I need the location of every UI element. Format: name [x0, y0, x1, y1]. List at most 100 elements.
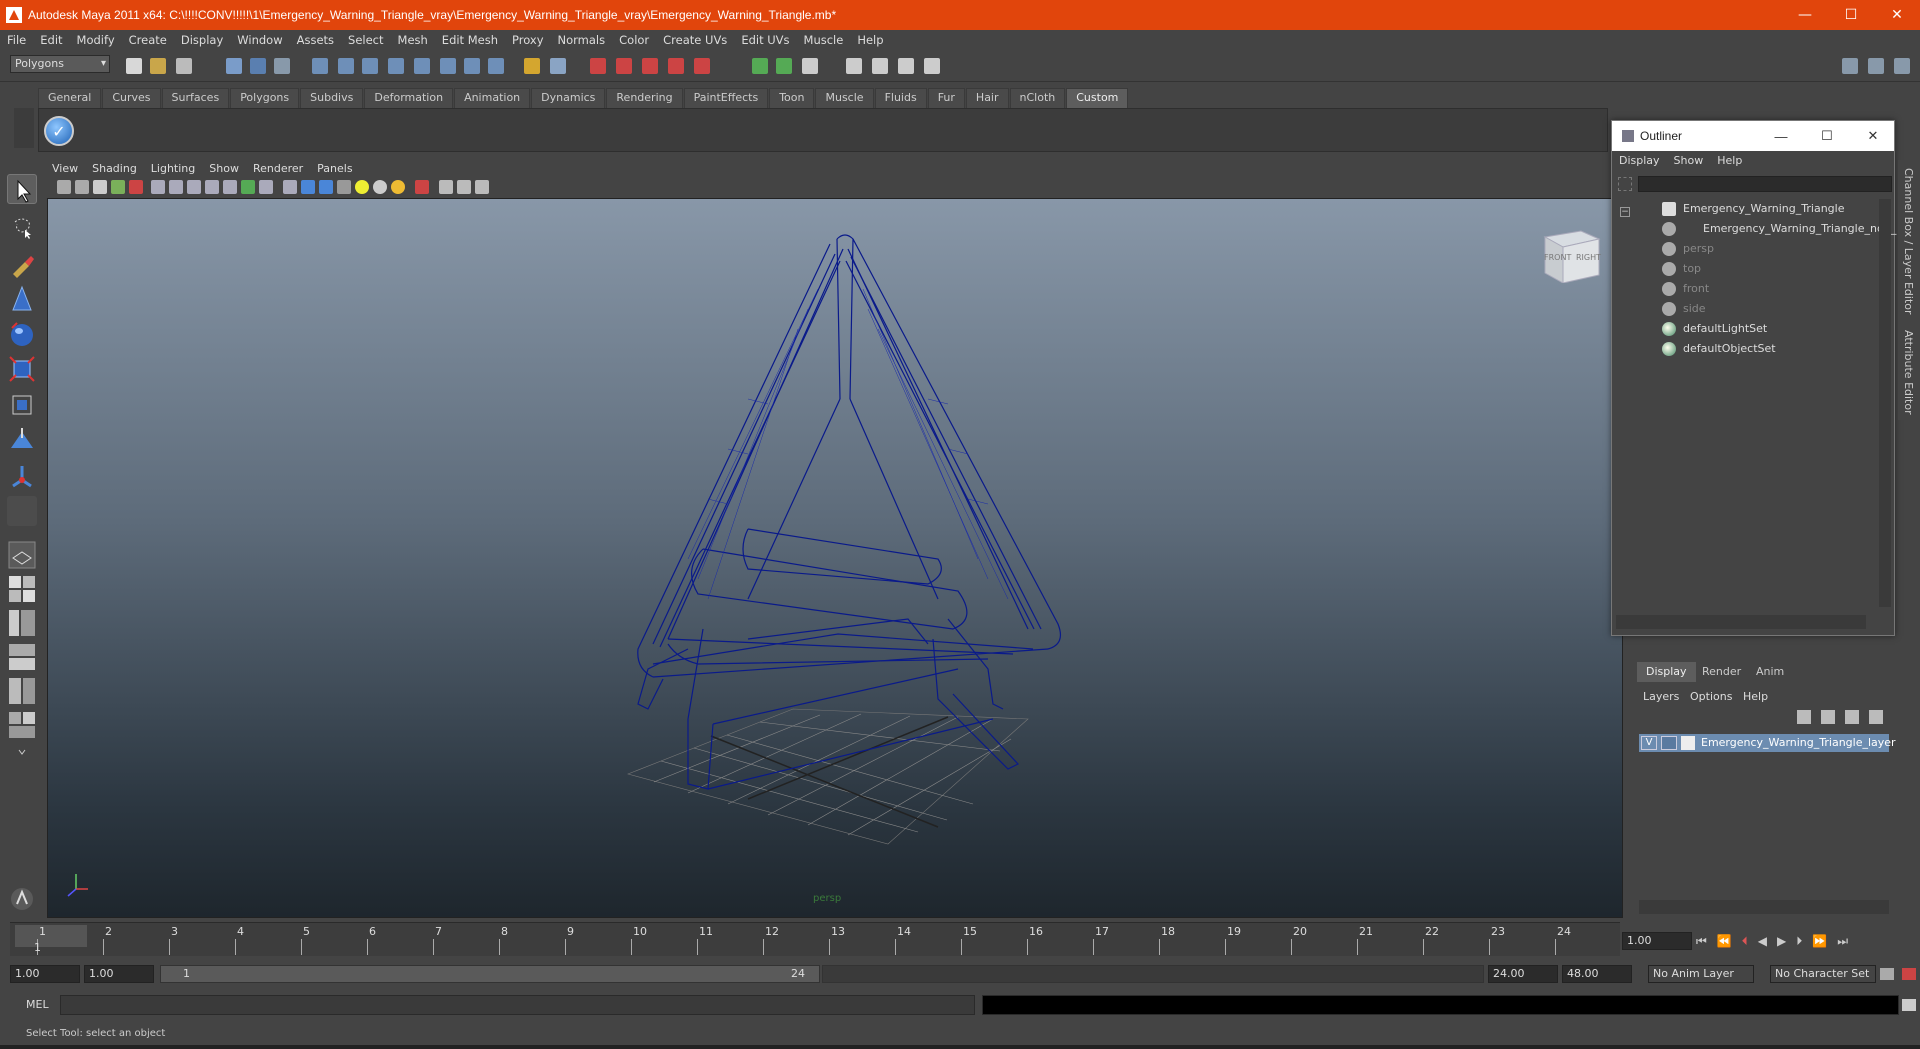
persp-graph-layout-icon[interactable]	[7, 710, 37, 740]
gate-mask-icon[interactable]	[205, 180, 219, 194]
panel-menu-renderer[interactable]: Renderer	[246, 162, 310, 175]
menu-edit-mesh[interactable]: Edit Mesh	[435, 33, 505, 47]
outliner-item[interactable]: Emergency_Warning_Triangle_nd1_	[1616, 219, 1896, 239]
xray-joints-icon[interactable]	[457, 180, 471, 194]
open-scene-icon[interactable]	[150, 58, 166, 74]
shelf-tab-toon[interactable]: Toon	[769, 88, 815, 108]
outliner-minimize-button[interactable]: —	[1758, 121, 1804, 151]
outliner-menu-display[interactable]: Display	[1612, 154, 1667, 167]
go-to-start-icon[interactable]: ⏮	[1696, 934, 1707, 950]
move-layer-up-icon[interactable]	[1797, 710, 1811, 724]
panel-layout-1-icon[interactable]	[1842, 58, 1858, 74]
outliner-layout-icon[interactable]	[7, 608, 37, 638]
select-hierarchy-icon[interactable]	[226, 58, 242, 74]
shelf-tab-fur[interactable]: Fur	[927, 88, 965, 108]
outliner-filter-icon[interactable]	[1618, 177, 1632, 191]
end-time-field[interactable]: 48.00	[1562, 965, 1632, 983]
outliner-menu-show[interactable]: Show	[1667, 154, 1711, 167]
expand-toolbox-icon[interactable]	[7, 744, 37, 762]
tool-settings-icon[interactable]	[7, 884, 37, 914]
grease-pencil-icon[interactable]	[129, 180, 143, 194]
shelf-tab-subdivs[interactable]: Subdivs	[300, 88, 364, 108]
render-icon[interactable]	[590, 58, 606, 74]
camera-attributes-icon[interactable]	[75, 180, 89, 194]
history-icon[interactable]	[464, 58, 480, 74]
scale-tool-icon[interactable]	[7, 354, 37, 384]
snap-surface-icon[interactable]	[414, 58, 430, 74]
select-camera-icon[interactable]	[57, 180, 71, 194]
graph-editor-icon[interactable]	[872, 58, 888, 74]
outliner-item[interactable]: Emergency_Warning_Triangle	[1616, 199, 1878, 219]
single-view-layout-icon[interactable]	[7, 540, 37, 570]
layer-visibility-toggle[interactable]: V	[1641, 736, 1657, 750]
menu-proxy[interactable]: Proxy	[505, 33, 551, 47]
minimize-button[interactable]: —	[1782, 0, 1828, 30]
maximize-button[interactable]: ☐	[1828, 0, 1874, 30]
layer-horizontal-scrollbar[interactable]	[1639, 900, 1889, 914]
smooth-shading-icon[interactable]	[301, 180, 315, 194]
render-view-icon[interactable]	[694, 58, 710, 74]
menu-edit-uvs[interactable]: Edit UVs	[734, 33, 796, 47]
shelf-tab-animation[interactable]: Animation	[454, 88, 531, 108]
outliner-search-input[interactable]	[1638, 176, 1892, 192]
close-button[interactable]: ✕	[1874, 0, 1920, 30]
menu-assets[interactable]: Assets	[290, 33, 341, 47]
panel-layout-2-icon[interactable]	[1868, 58, 1884, 74]
show-manipulator-icon[interactable]	[7, 460, 37, 490]
outliner-maximize-button[interactable]: ☐	[1804, 121, 1850, 151]
new-scene-icon[interactable]	[126, 58, 142, 74]
character-set-select[interactable]: No Character Set	[1770, 965, 1876, 983]
hypershade-icon[interactable]	[668, 58, 684, 74]
start-time-field[interactable]: 1.00	[10, 965, 80, 983]
menu-edit[interactable]: Edit	[33, 33, 69, 47]
select-component-icon[interactable]	[274, 58, 290, 74]
save-scene-icon[interactable]	[176, 58, 192, 74]
new-layer-icon[interactable]	[1845, 710, 1859, 724]
default-light-icon[interactable]	[391, 180, 405, 194]
menu-display[interactable]: Display	[174, 33, 230, 47]
hypershade-layout-icon[interactable]	[7, 676, 37, 706]
menu-muscle[interactable]: Muscle	[797, 33, 851, 47]
render-globals-icon[interactable]	[846, 58, 862, 74]
move-layer-down-icon[interactable]	[1821, 710, 1835, 724]
anim-layer-select[interactable]: No Anim Layer	[1648, 965, 1754, 983]
outliner-item[interactable]: defaultObjectSet	[1616, 339, 1878, 359]
select-tool-icon[interactable]	[7, 174, 37, 204]
select-object-icon[interactable]	[250, 58, 266, 74]
current-time-field[interactable]: 1.00	[1622, 932, 1692, 950]
wireframe-shading-icon[interactable]	[283, 180, 297, 194]
shelf-tab-fluids[interactable]: Fluids	[874, 88, 927, 108]
go-to-end-icon[interactable]: ⏭	[1837, 934, 1848, 950]
shelf-tab-surfaces[interactable]: Surfaces	[161, 88, 230, 108]
xray-icon[interactable]	[439, 180, 453, 194]
wireframe-on-shaded-icon[interactable]	[319, 180, 333, 194]
backface-culling-icon[interactable]	[475, 180, 489, 194]
command-language-label[interactable]: MEL	[26, 998, 49, 1011]
script-editor-icon[interactable]	[1902, 999, 1916, 1011]
panel-menu-shading[interactable]: Shading	[85, 162, 144, 175]
layer-row[interactable]: V Emergency_Warning_Triangle_layer	[1639, 734, 1896, 752]
layer-menu-options[interactable]: Options	[1690, 690, 1732, 703]
dope-sheet-icon[interactable]	[924, 58, 940, 74]
shelf-tab-deformation[interactable]: Deformation	[364, 88, 454, 108]
panel-menu-show[interactable]: Show	[202, 162, 246, 175]
move-tool-icon[interactable]	[7, 284, 37, 314]
shelf-tab-muscle[interactable]: Muscle	[815, 88, 874, 108]
four-view-layout-icon[interactable]	[7, 574, 37, 604]
panel-menu-lighting[interactable]: Lighting	[144, 162, 202, 175]
auto-key-icon[interactable]	[1880, 968, 1894, 980]
menu-normals[interactable]: Normals	[551, 33, 613, 47]
panel-menu-panels[interactable]: Panels	[310, 162, 359, 175]
film-gate-icon[interactable]	[169, 180, 183, 194]
menu-help[interactable]: Help	[850, 33, 890, 47]
soft-mod-tool-icon[interactable]	[7, 424, 37, 454]
view-cube[interactable]: FRONT RIGHT	[1541, 227, 1601, 284]
shelf-tab-dynamics[interactable]: Dynamics	[531, 88, 606, 108]
play-backward-icon[interactable]: ◀	[1758, 934, 1767, 950]
animation-prefs-icon[interactable]	[1902, 968, 1916, 980]
shelf-tab-polygons[interactable]: Polygons	[230, 88, 300, 108]
ipr-render-icon[interactable]	[616, 58, 632, 74]
outliner-item[interactable]: front	[1616, 279, 1878, 299]
step-back-key-icon[interactable]: ⏪	[1717, 934, 1732, 950]
resolution-gate-icon[interactable]	[187, 180, 201, 194]
